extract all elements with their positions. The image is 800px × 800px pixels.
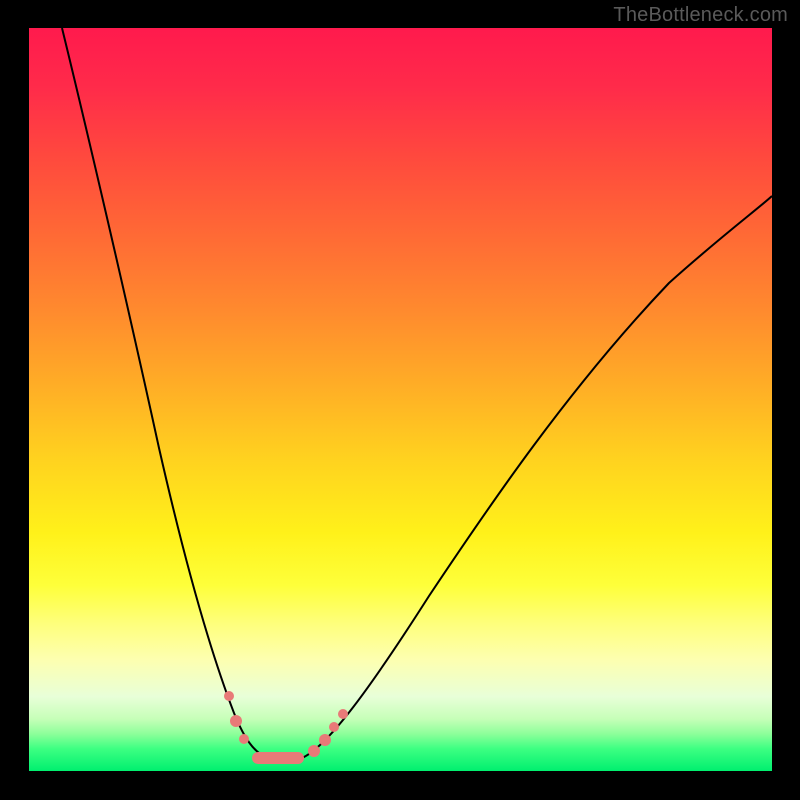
marker-dot — [329, 722, 339, 732]
curve-markers — [224, 691, 348, 764]
marker-valley-pill — [252, 752, 304, 764]
marker-dot — [319, 734, 331, 746]
marker-dot — [239, 734, 249, 744]
marker-dot — [224, 691, 234, 701]
chart-svg — [29, 28, 772, 771]
watermark-text: TheBottleneck.com — [613, 4, 788, 27]
marker-dot — [230, 715, 242, 727]
marker-dot — [338, 709, 348, 719]
bottleneck-curve — [62, 28, 772, 761]
chart-frame — [29, 28, 772, 771]
marker-dot — [308, 745, 320, 757]
